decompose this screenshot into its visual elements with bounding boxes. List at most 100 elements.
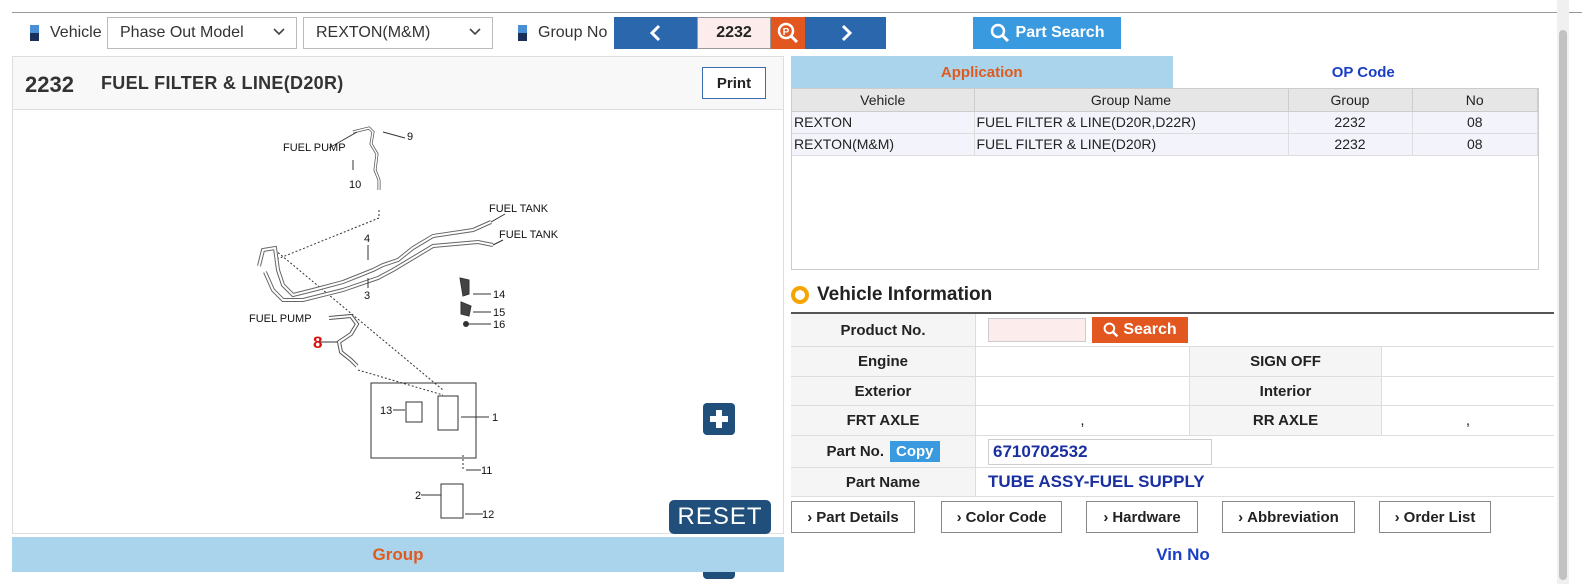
color-code-button[interactable]: › Color Code [941, 501, 1062, 533]
bottom-tabs: Group Vin No [12, 537, 1582, 572]
chevron-down-icon [273, 28, 285, 36]
part-no-row: Part No. Copy 6710702532 [791, 436, 1554, 468]
tab-vin-no[interactable]: Vin No [784, 537, 1582, 572]
reset-zoom-button[interactable]: RESET [669, 500, 771, 534]
color-code-label: Color Code [965, 508, 1047, 526]
chevron-right-icon: › [807, 508, 813, 526]
vehicle-select[interactable]: REXTON(M&M) [303, 17, 493, 49]
svg-text:P: P [783, 27, 790, 38]
vehicle-info-table: Product No. Search Engine SIGN OFF Exter… [791, 312, 1554, 497]
hardware-button[interactable]: › Hardware [1086, 501, 1198, 533]
product-no-cell: Search [976, 314, 1554, 346]
callout-12: 12 [482, 509, 494, 521]
scrollbar-thumb[interactable] [1559, 30, 1567, 580]
parts-diagram-svg[interactable]: FUEL PUMP 9 10 FUEL TANK FUEL TANK 4 3 1… [13, 110, 783, 533]
application-table: Vehicle Group Name Group No REXTON FUEL … [792, 89, 1538, 156]
abbreviation-button[interactable]: › Abbreviation [1222, 501, 1355, 533]
info-panel: Application OP Code Vehicle Group Name G… [791, 56, 1554, 533]
parts-diagram[interactable]: FUEL PUMP 9 10 FUEL TANK FUEL TANK 4 3 1… [13, 110, 783, 579]
group-no-label-text: Group No [538, 24, 608, 41]
next-group-button[interactable] [805, 17, 886, 49]
frt-axle-label: FRT AXLE [791, 406, 976, 435]
circle-bullet-icon [791, 286, 809, 304]
tab-group[interactable]: Group [12, 537, 784, 572]
engine-label: Engine [791, 347, 976, 376]
table-row[interactable]: REXTON(M&M) FUEL FILTER & LINE(D20R) 223… [792, 133, 1538, 156]
callout-2: 2 [415, 490, 421, 502]
engine-row: Engine SIGN OFF [791, 347, 1554, 377]
callout-3: 3 [364, 290, 370, 302]
order-list-button[interactable]: › Order List [1379, 501, 1491, 533]
cell-no: 08 [1412, 111, 1538, 134]
part-search-label: Part Search [1015, 24, 1105, 41]
application-table-container: Vehicle Group Name Group No REXTON FUEL … [791, 88, 1539, 270]
callout-11: 11 [481, 465, 492, 477]
group-title: FUEL FILTER & LINE(D20R) [101, 73, 344, 93]
search-icon [990, 23, 1009, 43]
cell-group: 2232 [1288, 133, 1413, 156]
cell-vehicle: REXTON(M&M) [792, 133, 975, 156]
group-lookup-button[interactable]: P [771, 17, 805, 49]
search-icon [1103, 322, 1119, 338]
copy-button[interactable]: Copy [890, 441, 940, 462]
chevron-right-icon: › [956, 508, 962, 526]
cell-group: 2232 [1288, 111, 1413, 134]
callout-9: 9 [407, 131, 413, 143]
magnifier-icon: P [777, 22, 799, 44]
print-button[interactable]: Print [702, 67, 766, 99]
chevron-right-icon: › [1394, 508, 1400, 526]
col-group-name: Group Name [974, 89, 1289, 112]
callout-8-selected[interactable]: 8 [313, 333, 322, 352]
tab-application[interactable]: Application [791, 56, 1173, 88]
page-scrollbar[interactable] [1557, 0, 1569, 584]
callout-15: 15 [493, 307, 505, 319]
callout-4: 4 [364, 233, 370, 245]
part-name-label: Part Name [791, 468, 976, 496]
model-select[interactable]: Phase Out Model [107, 17, 297, 49]
tab-op-code[interactable]: OP Code [1172, 56, 1554, 88]
col-no: No [1412, 89, 1538, 112]
group-no-label: Group No [518, 24, 607, 42]
callout-13: 13 [380, 405, 392, 417]
interior-label: Interior [1190, 377, 1382, 405]
product-search-button[interactable]: Search [1092, 317, 1188, 343]
zoom-in-button[interactable] [703, 403, 735, 435]
callout-14: 14 [493, 289, 505, 301]
label-fuel-pump-mid: FUEL PUMP [249, 313, 312, 325]
sign-off-label: SIGN OFF [1190, 347, 1382, 376]
cell-group-name: FUEL FILTER & LINE(D20R,D22R) [974, 111, 1289, 134]
label-fuel-tank-2: FUEL TANK [499, 229, 559, 241]
sign-off-value [1382, 347, 1554, 376]
rr-axle-value: , [1465, 412, 1471, 429]
exterior-row: Exterior Interior [791, 377, 1554, 406]
hardware-label: Hardware [1112, 508, 1181, 526]
cell-no: 08 [1412, 133, 1538, 156]
label-fuel-tank-1: FUEL TANK [489, 203, 549, 215]
part-name-row: Part Name TUBE ASSY-FUEL SUPPLY [791, 468, 1554, 497]
callout-16: 16 [493, 319, 505, 331]
product-no-label: Product No. [791, 314, 976, 346]
exterior-label: Exterior [791, 377, 976, 405]
bullet-icon [30, 25, 39, 41]
prev-group-button[interactable] [614, 17, 697, 49]
part-no-label: Part No. [826, 443, 884, 460]
part-search-button[interactable]: Part Search [973, 17, 1121, 49]
axle-row: FRT AXLE , RR AXLE , [791, 406, 1554, 436]
group-no-input[interactable]: 2232 [697, 17, 771, 49]
chevron-right-icon: › [1238, 508, 1244, 526]
cell-vehicle: REXTON [792, 111, 975, 134]
callout-1: 1 [492, 412, 498, 424]
part-details-label: Part Details [816, 508, 899, 526]
part-details-button[interactable]: › Part Details [791, 501, 915, 533]
cell-group-name: FUEL FILTER & LINE(D20R) [974, 133, 1289, 156]
product-no-row: Product No. Search [791, 314, 1554, 347]
vehicle-info-heading: Vehicle Information [791, 284, 992, 306]
part-no-field[interactable]: 6710702532 [988, 438, 1212, 465]
col-vehicle: Vehicle [792, 89, 975, 112]
product-no-input[interactable] [988, 318, 1086, 342]
rr-axle-label: RR AXLE [1190, 406, 1382, 435]
order-list-label: Order List [1403, 508, 1476, 526]
product-search-label: Search [1123, 321, 1177, 338]
chevron-left-icon [649, 24, 660, 42]
table-row[interactable]: REXTON FUEL FILTER & LINE(D20R,D22R) 223… [792, 111, 1538, 134]
